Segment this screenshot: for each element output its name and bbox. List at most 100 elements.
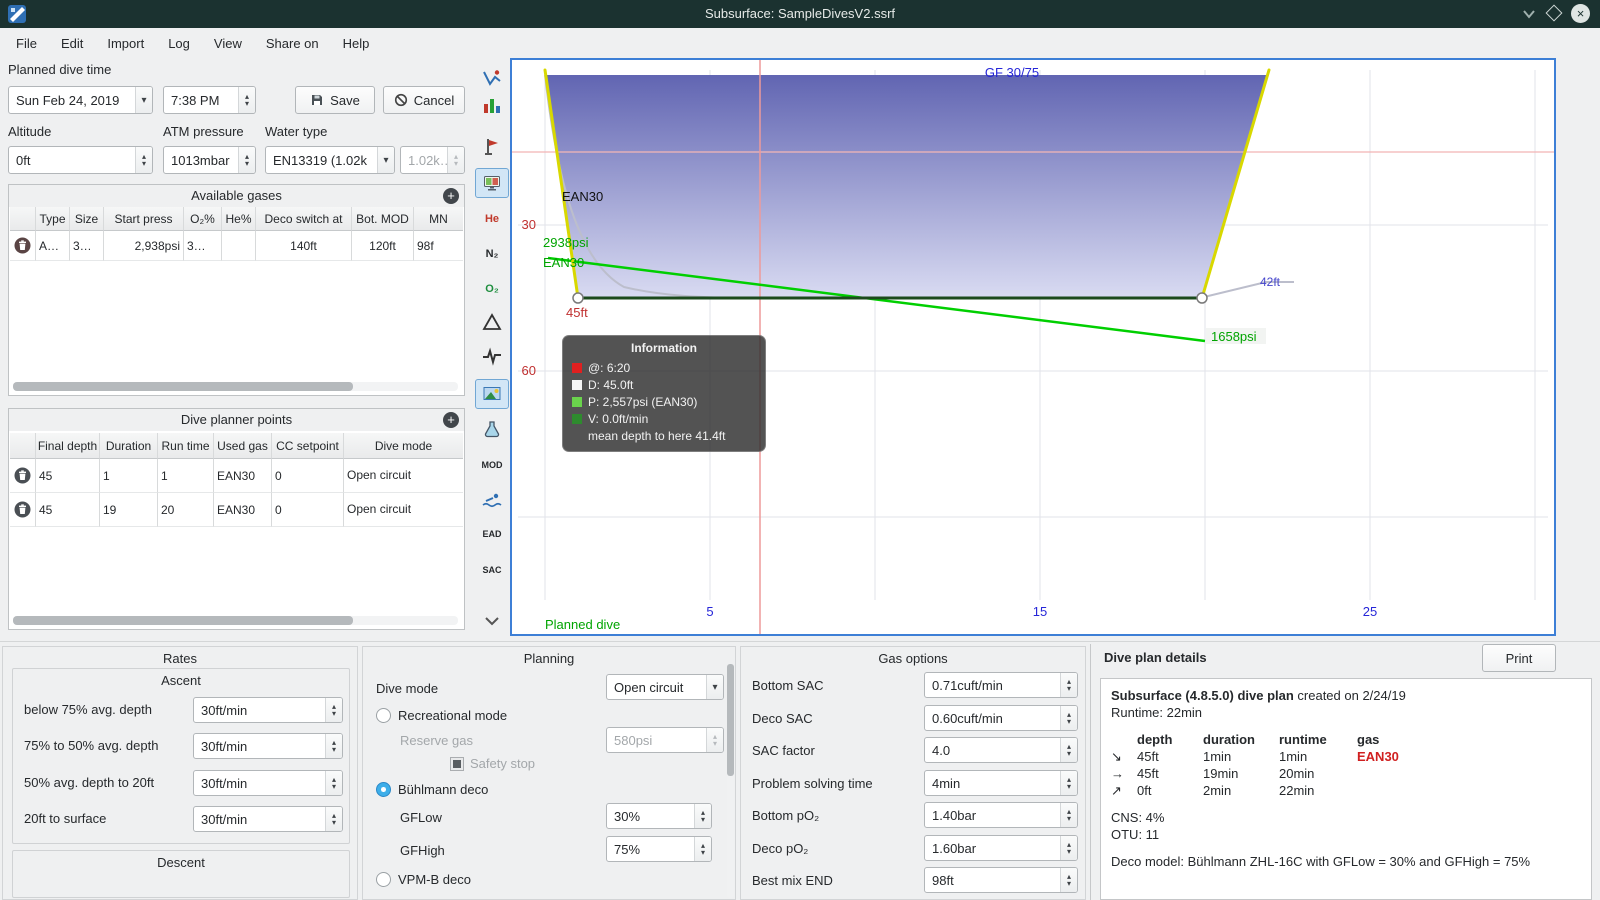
planner-handle[interactable] [1196,292,1208,304]
points-header-mode[interactable]: Dive mode [344,433,463,459]
gases-header-o2[interactable]: O₂% [184,207,222,231]
dive-time-spinbox[interactable]: 7:38 PM ▴ ▾ [163,86,256,114]
profile-toggle-pp-oxygen[interactable]: O₂ [475,274,509,304]
spin-arrows-icon[interactable]: ▴ ▾ [1060,673,1077,697]
point-gas-cell[interactable]: EAN30 [214,493,272,527]
points-header-gas[interactable]: Used gas [214,433,272,459]
point-depth-cell[interactable]: 45 [36,459,100,493]
gases-header-mn[interactable]: MN [414,207,463,231]
rate-spinbox-50-20ft[interactable]: 30ft/min ▴ ▾ [193,770,343,796]
menu-share-on[interactable]: Share on [256,32,329,55]
points-header-runtime[interactable]: Run time [158,433,214,459]
spin-arrows-icon[interactable]: ▴ ▾ [325,698,342,722]
point-gas-cell[interactable]: EAN30 [214,459,272,493]
points-hscrollbar[interactable] [13,616,458,625]
points-header-duration[interactable]: Duration [100,433,158,459]
cancel-button[interactable]: Cancel [383,86,465,114]
profile-toggle-air[interactable] [475,307,509,337]
print-button[interactable]: Print [1482,644,1556,672]
point-duration-cell[interactable]: 19 [100,493,158,527]
gas-he-cell[interactable] [222,231,256,261]
planning-scrollbar[interactable] [727,664,734,898]
water-type-combobox[interactable]: EN13319 (1.02k ▾ [265,146,395,174]
safety-stop-checkbox[interactable] [450,757,464,771]
gases-header-deco-switch[interactable]: Deco switch at [256,207,352,231]
gas-row[interactable]: A… 3… 2,938psi 3… 140ft 120ft 98f [10,231,463,261]
spin-arrows-icon[interactable]: ▴ ▾ [1060,868,1077,892]
menu-help[interactable]: Help [333,32,380,55]
deco-sac-spinbox[interactable]: 0.60cuft/min ▴ ▾ [924,705,1078,731]
menu-file[interactable]: File [6,32,47,55]
gas-bot-mod-cell[interactable]: 120ft [352,231,414,261]
rate-spinbox-20ft-surface[interactable]: 30ft/min ▴ ▾ [193,806,343,832]
spin-arrows-icon[interactable]: ▴ ▾ [238,147,255,173]
best-mix-end-spinbox[interactable]: 98ft ▴ ▾ [924,867,1078,893]
menu-import[interactable]: Import [97,32,154,55]
profile-toggle-ead[interactable]: EAD [475,519,509,549]
point-mode-cell[interactable]: Open circuit [344,459,463,493]
menu-log[interactable]: Log [158,32,200,55]
point-duration-cell[interactable]: 1 [100,459,158,493]
gas-size-cell[interactable]: 3… [70,231,104,261]
point-setpoint-cell[interactable]: 0 [272,493,344,527]
profile-toggle-flag[interactable] [475,132,509,162]
gas-deco-switch-cell[interactable]: 140ft [256,231,352,261]
close-icon[interactable]: × [1571,4,1590,23]
recreational-mode-radio[interactable] [376,708,391,723]
info-tooltip[interactable]: Information @: 6:20 D: 45.0ft P: 2,557ps… [562,335,766,452]
atm-pressure-spinbox[interactable]: 1013mbar ▴ ▾ [163,146,256,174]
spin-arrows-icon[interactable]: ▴ ▾ [694,837,711,861]
buhlmann-deco-radio[interactable] [376,782,391,797]
delete-point-icon[interactable] [14,501,31,518]
profile-toggle-diver-graph[interactable] [475,63,509,93]
point-runtime-cell[interactable]: 20 [158,493,214,527]
gas-start-press-cell[interactable]: 2,938psi [104,231,184,261]
toolbar-scroll-down[interactable] [475,606,509,636]
spin-arrows-icon[interactable]: ▴ ▾ [1060,738,1077,762]
spin-arrows-icon[interactable]: ▴ ▾ [325,734,342,758]
profile-toggle-swimmer[interactable] [475,485,509,515]
profile-toggle-colorbars[interactable] [475,90,509,120]
gas-o2-cell[interactable]: 3… [184,231,222,261]
delete-gas-icon[interactable] [14,237,31,254]
sac-factor-spinbox[interactable]: 4.0 ▴ ▾ [924,737,1078,763]
deco-po2-spinbox[interactable]: 1.60bar ▴ ▾ [924,835,1078,861]
rate-spinbox-75-50[interactable]: 30ft/min ▴ ▾ [193,733,343,759]
spin-arrows-icon[interactable]: ▴ ▾ [325,807,342,831]
bottom-sac-spinbox[interactable]: 0.71cuft/min ▴ ▾ [924,672,1078,698]
menu-view[interactable]: View [204,32,252,55]
profile-toggle-pp-helium[interactable]: He [475,204,509,234]
gases-header-size[interactable]: Size [70,207,104,231]
points-header-depth[interactable]: Final depth [36,433,100,459]
planner-point-row[interactable]: 45 1 1 EAN30 0 Open circuit [10,459,463,493]
gases-hscrollbar[interactable] [13,382,458,391]
point-depth-cell[interactable]: 45 [36,493,100,527]
gas-mn-cell[interactable]: 98f [414,231,463,261]
planner-point-row[interactable]: 45 19 20 EAN30 0 Open circuit [10,493,463,527]
gases-header-bot-mod[interactable]: Bot. MOD [352,207,414,231]
spin-arrows-icon[interactable]: ▴ ▾ [1060,836,1077,860]
spin-arrows-icon[interactable]: ▴ ▾ [135,147,152,173]
profile-toggle-heartrate[interactable] [475,341,509,371]
gases-header-start-press[interactable]: Start press [104,207,184,231]
spin-arrows-icon[interactable]: ▴ ▾ [1060,771,1077,795]
save-button[interactable]: Save [295,86,375,114]
spin-arrows-icon[interactable]: ▴ ▾ [238,87,255,113]
shade-chevron-icon[interactable] [1522,9,1536,19]
bottom-po2-spinbox[interactable]: 1.40bar ▴ ▾ [924,802,1078,828]
delete-point-icon[interactable] [14,467,31,484]
add-point-button[interactable]: + [443,412,459,428]
menu-edit[interactable]: Edit [51,32,93,55]
spin-arrows-icon[interactable]: ▴ ▾ [1060,706,1077,730]
profile-toggle-sac[interactable]: SAC [475,555,509,585]
profile-toggle-pp-nitrogen[interactable]: N₂ [475,239,509,269]
profile-toggle-monitor[interactable] [475,168,509,198]
planner-handle[interactable] [572,292,584,304]
altitude-spinbox[interactable]: 0ft ▴ ▾ [8,146,153,174]
gases-header-he[interactable]: He% [222,207,256,231]
gflow-spinbox[interactable]: 30% ▴ ▾ [606,803,712,829]
points-header-setpoint[interactable]: CC setpoint [272,433,344,459]
add-gas-button[interactable]: + [443,188,459,204]
dive-mode-combobox[interactable]: Open circuit ▾ [606,674,724,700]
spin-arrows-icon[interactable]: ▴ ▾ [694,804,711,828]
